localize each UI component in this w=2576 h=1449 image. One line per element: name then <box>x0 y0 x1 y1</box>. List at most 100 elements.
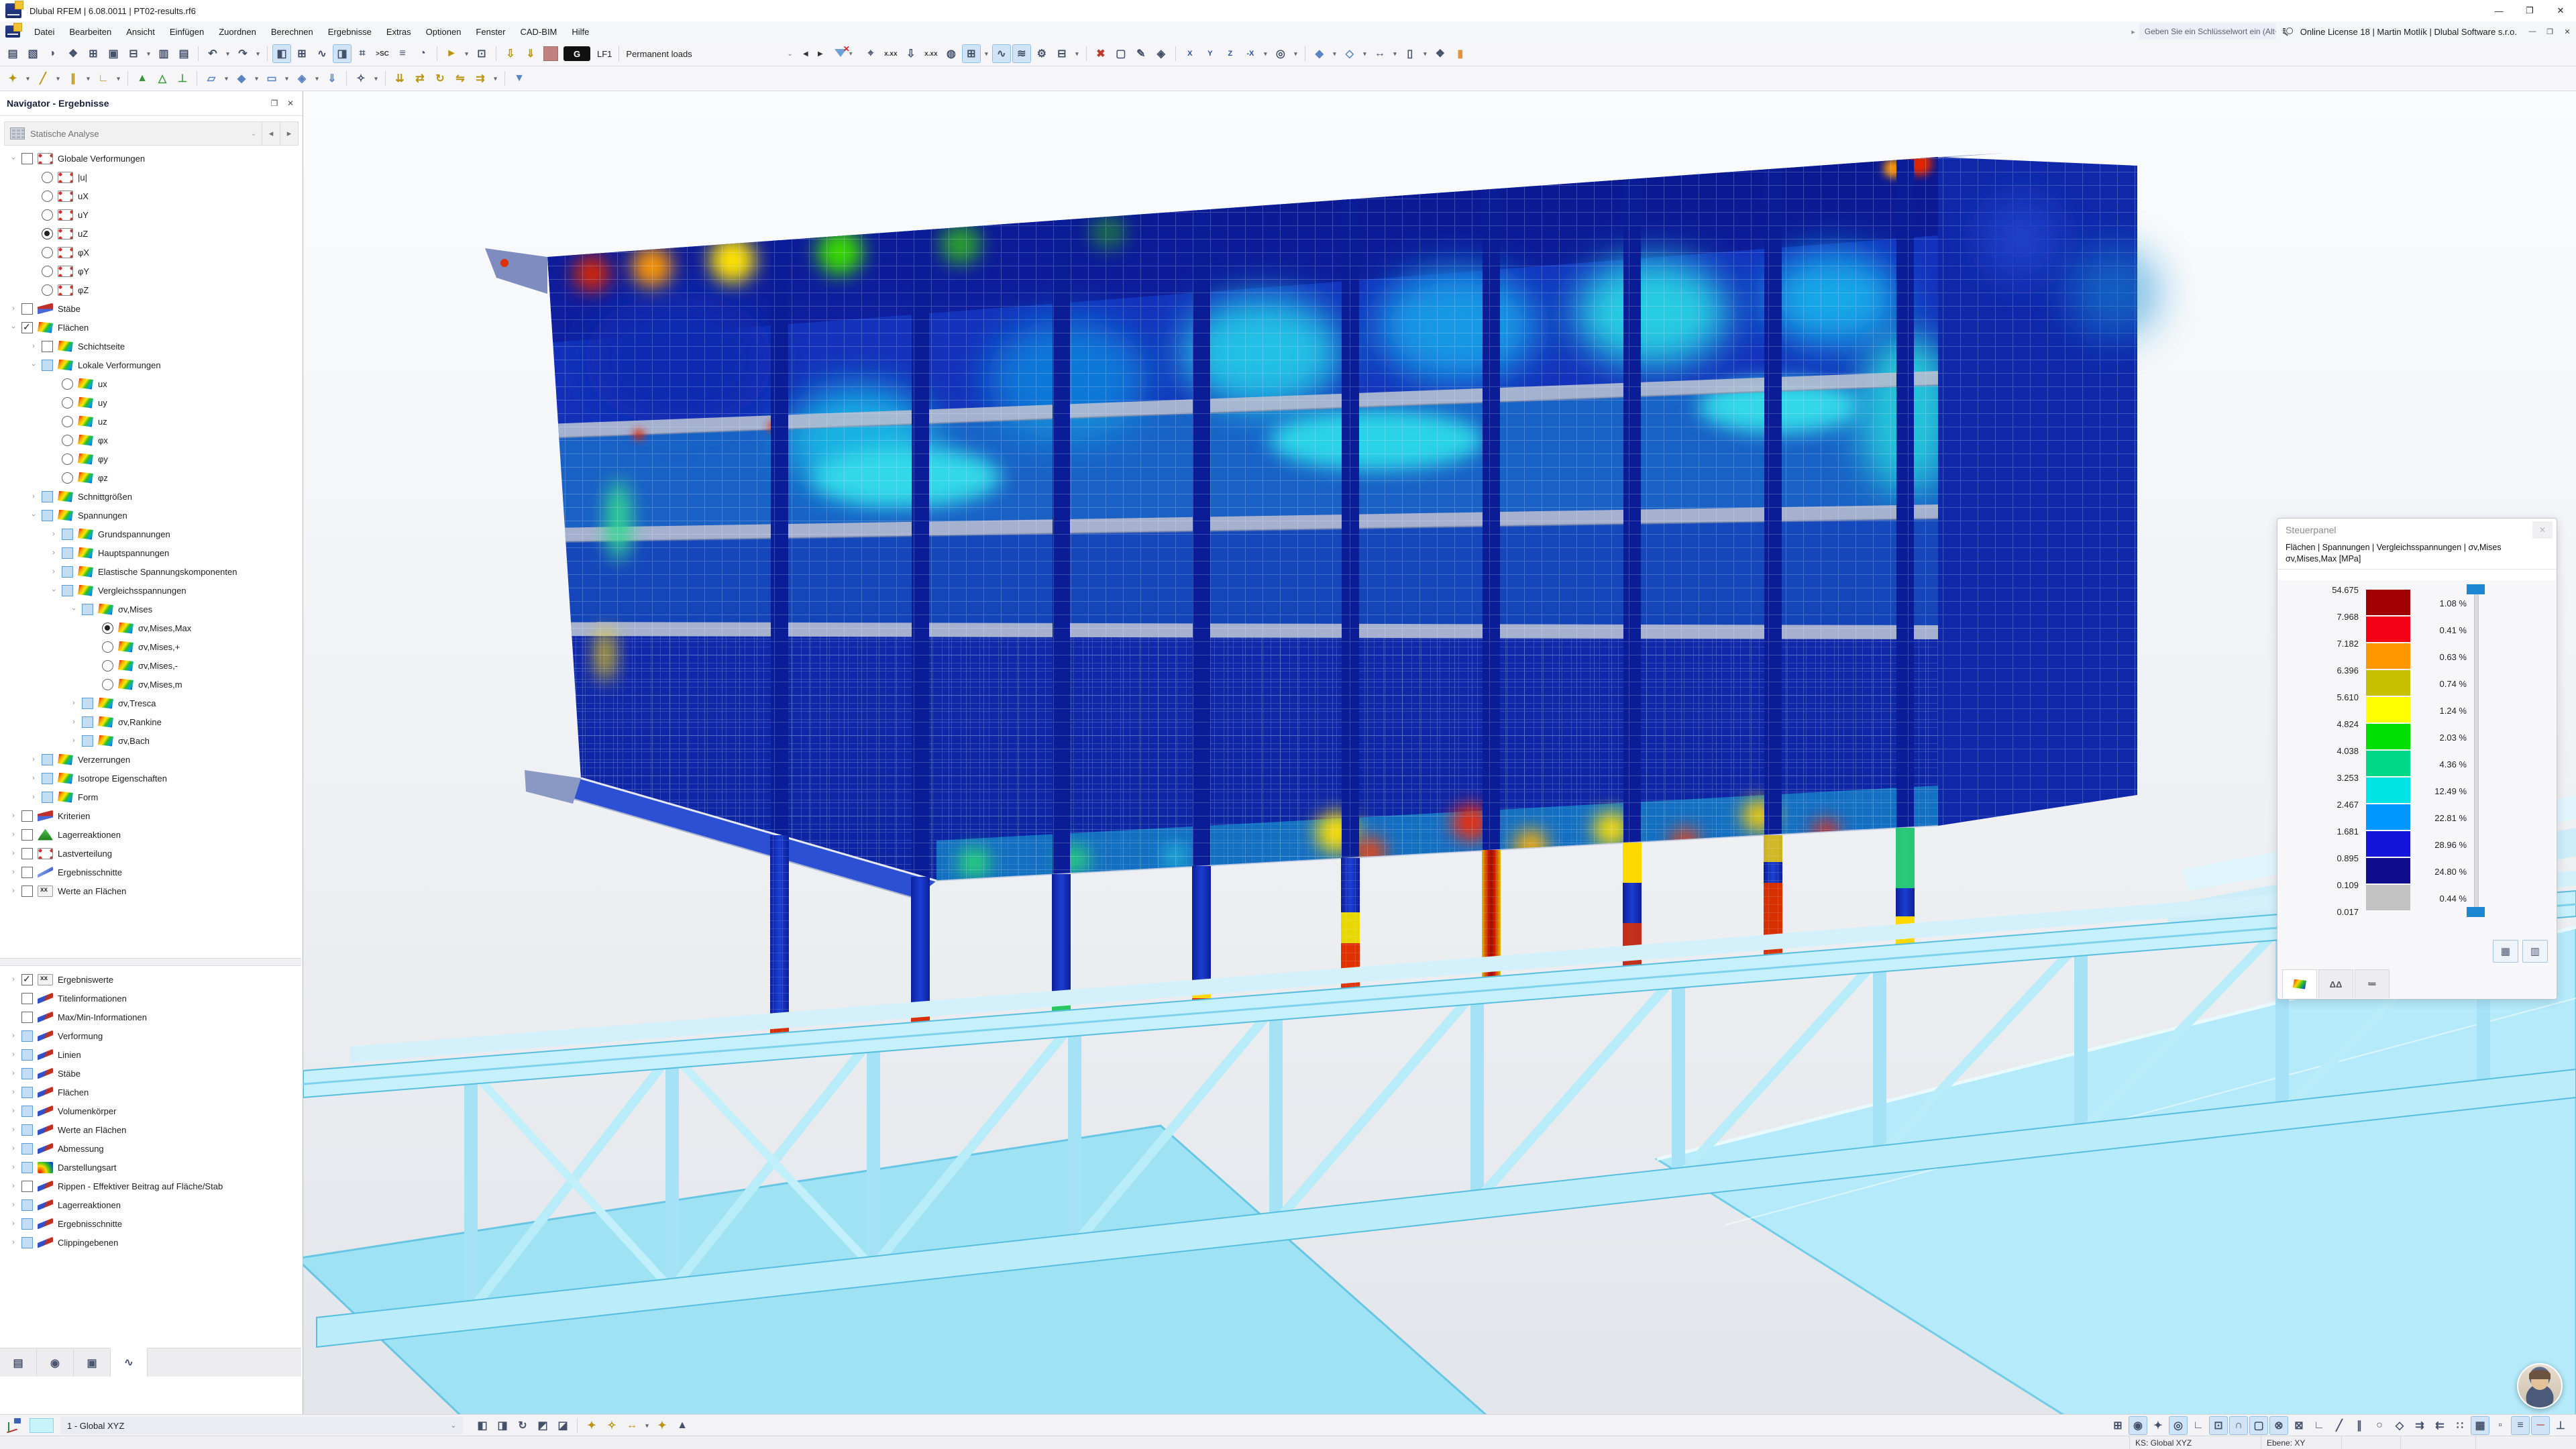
tree-item-control[interactable] <box>21 1218 33 1230</box>
node-caret-icon[interactable]: ▾ <box>23 69 32 88</box>
view-top-icon[interactable]: ◨ <box>493 1416 512 1435</box>
tree-item-control[interactable] <box>42 172 53 183</box>
expander-icon[interactable] <box>46 530 62 538</box>
save-icon[interactable]: ▣ <box>104 44 123 63</box>
viewport-3d[interactable] <box>303 91 2576 1414</box>
section-box-icon[interactable]: ▯ <box>1401 44 1419 63</box>
tree-item[interactable]: Lagerreaktionen <box>0 825 301 844</box>
tree-item-control[interactable] <box>62 397 73 409</box>
new-printout-report-icon[interactable]: ▥ <box>154 44 173 63</box>
menu-item[interactable]: Einfügen <box>162 22 211 42</box>
scale-slider-track[interactable] <box>2474 590 2479 913</box>
tree-item[interactable]: σv,Mises,- <box>0 656 301 675</box>
next-analysis-button[interactable]: ▸ <box>280 122 298 145</box>
tree-item[interactable]: φz <box>0 468 301 487</box>
value-on-node-icon[interactable]: ⇩ <box>501 44 520 63</box>
tree-item-control[interactable] <box>21 1087 33 1098</box>
insert-polyline-icon[interactable]: ∟ <box>94 69 113 88</box>
endpoint-snap-icon[interactable]: ▢ <box>2249 1416 2268 1435</box>
analysis-type-select[interactable]: Statische Analyse ⌄ ◂ ▸ <box>4 121 299 146</box>
tree-item-control[interactable] <box>62 566 73 578</box>
undo-caret-icon[interactable]: ▾ <box>223 44 232 63</box>
tree-item-control[interactable] <box>42 209 53 221</box>
tree-item[interactable]: Schnittgrößen <box>0 487 301 506</box>
move-icon[interactable]: ⇄ <box>411 69 429 88</box>
navigator-toggle-icon[interactable]: ◧ <box>272 44 291 63</box>
tree-item[interactable]: φx <box>0 431 301 449</box>
next-load-case-button[interactable]: ▶ <box>813 46 828 62</box>
extension-snap-icon[interactable]: ⇇ <box>2430 1416 2449 1435</box>
insert-surface-icon[interactable]: ▱ <box>202 69 221 88</box>
transform-caret-icon[interactable]: ▾ <box>491 69 500 88</box>
tree-item[interactable]: Form <box>0 788 301 806</box>
dimension-caret-icon[interactable]: ▾ <box>1391 44 1399 63</box>
expander-icon[interactable] <box>5 1126 21 1134</box>
line-caret-icon[interactable]: ▾ <box>54 69 62 88</box>
axis-y-icon[interactable]: Y <box>1201 44 1220 63</box>
expander-icon[interactable] <box>25 511 42 519</box>
expander-icon[interactable] <box>25 361 42 369</box>
tree-item-control[interactable] <box>62 435 73 446</box>
tables-toggle-icon[interactable]: ⊞ <box>292 44 311 63</box>
insert-node-icon[interactable]: ✦ <box>3 69 22 88</box>
expander-icon[interactable] <box>25 774 42 782</box>
filter-results-icon[interactable]: ✕ <box>832 45 849 62</box>
beam-results-icon[interactable]: ∿ <box>992 44 1011 63</box>
view-dimension-icon[interactable]: ↔ <box>623 1416 641 1435</box>
tree-item[interactable]: uy <box>0 393 301 412</box>
filter-funnel-icon[interactable]: ▼ <box>510 69 529 88</box>
tree-item-control[interactable] <box>21 848 33 859</box>
tree-item[interactable]: Spannungen <box>0 506 301 525</box>
load-case-select[interactable]: Permanent loads <box>619 49 787 59</box>
tree-item-control[interactable] <box>21 1143 33 1155</box>
menu-item[interactable]: CAD-BIM <box>513 22 565 42</box>
open-model-icon[interactable]: ▧ <box>23 44 42 63</box>
nodal-support-icon[interactable]: ▲ <box>133 69 152 88</box>
scale-options-button[interactable]: ▥ <box>2522 940 2548 963</box>
tree-item[interactable]: Volumenkörper <box>0 1102 301 1120</box>
message-list-icon[interactable]: ≡ <box>393 44 412 63</box>
redo-icon[interactable]: ↷ <box>233 44 252 63</box>
axis-neg-x-icon[interactable]: -X <box>1241 44 1260 63</box>
tree-item-control[interactable] <box>42 284 53 296</box>
tree-item-control[interactable] <box>82 698 93 709</box>
script-console-icon[interactable]: >SC <box>373 44 392 63</box>
settings-gear-icon[interactable]: ⚙ <box>1032 44 1051 63</box>
view-caret-icon[interactable]: ▾ <box>643 1416 651 1435</box>
walk-mode-icon[interactable]: ▲ <box>673 1416 692 1435</box>
tree-item-control[interactable] <box>62 547 73 559</box>
tree-item-control[interactable] <box>62 378 73 390</box>
axis-z-icon[interactable]: Z <box>1221 44 1240 63</box>
view-values-icon[interactable]: ✦ <box>653 1416 672 1435</box>
menu-item[interactable]: Fenster <box>468 22 513 42</box>
corner-snap-icon[interactable]: ∟ <box>2310 1416 2328 1435</box>
ellipse-snap-icon[interactable]: ◇ <box>2390 1416 2409 1435</box>
menu-item[interactable]: Optionen <box>419 22 469 42</box>
points-snap-icon[interactable]: ∷ <box>2451 1416 2469 1435</box>
tree-item-control[interactable] <box>21 1237 33 1248</box>
tree-item[interactable]: σv,Rankine <box>0 712 301 731</box>
tree-item[interactable]: Lokale Verformungen <box>0 356 301 374</box>
tree-item-control[interactable] <box>102 660 113 672</box>
tree-item[interactable]: Hauptspannungen <box>0 543 301 562</box>
tree-item-control[interactable] <box>21 1124 33 1136</box>
copy-icon[interactable]: ⇊ <box>390 69 409 88</box>
tree-item[interactable]: Max/Min-Informationen <box>0 1008 301 1026</box>
tree-item[interactable]: φZ <box>0 280 301 299</box>
tree-item[interactable]: Elastische Spannungskomponenten <box>0 562 301 581</box>
model-view-icon[interactable]: ❖ <box>64 44 83 63</box>
tree-item-control[interactable] <box>21 829 33 841</box>
section-caret-icon[interactable]: ▾ <box>1421 44 1430 63</box>
expander-icon[interactable] <box>5 1238 21 1246</box>
tree-item-control[interactable] <box>42 773 53 784</box>
insert-line-icon[interactable]: ╱ <box>34 69 52 88</box>
tree-item-control[interactable] <box>42 491 53 502</box>
polyline-caret-icon[interactable]: ▾ <box>114 69 123 88</box>
dimension-icon[interactable]: ↔ <box>1371 44 1389 63</box>
mdi-minimize-button[interactable]: — <box>2524 21 2541 42</box>
views-navigator-tab[interactable]: ▣ <box>74 1349 111 1377</box>
tree-item[interactable]: Darstellungsart <box>0 1158 301 1177</box>
tree-item[interactable]: Grundspannungen <box>0 525 301 543</box>
tree-item[interactable]: σv,Mises <box>0 600 301 619</box>
undo-icon[interactable]: ↶ <box>203 44 222 63</box>
